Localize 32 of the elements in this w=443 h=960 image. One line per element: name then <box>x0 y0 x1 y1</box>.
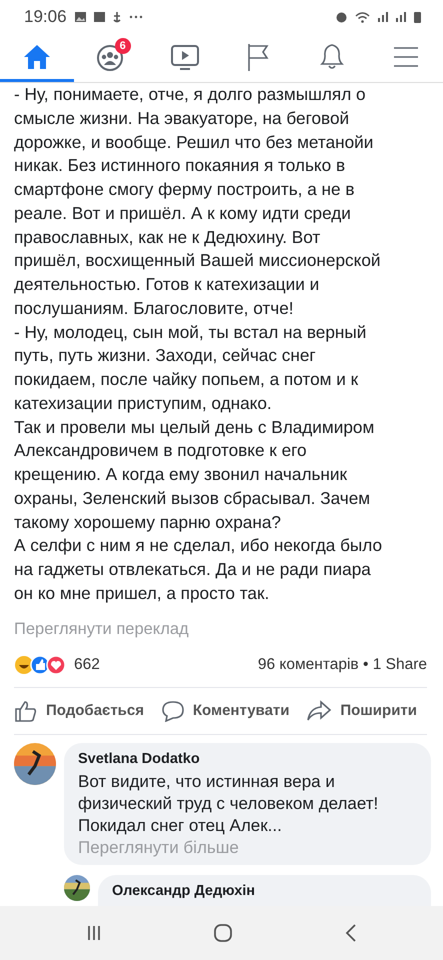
status-time: 19:06 <box>24 7 67 27</box>
notification-count: 6 <box>114 38 131 54</box>
share-button[interactable]: Поширити <box>306 700 417 722</box>
back-icon[interactable] <box>344 924 358 942</box>
flag-icon <box>246 42 270 72</box>
more-icon <box>128 15 143 19</box>
signal-icon <box>378 12 388 22</box>
comment-text: Вот видите, что истинная вера и физический труд с человеком делает! Покидал снег отец Алек... <box>78 770 380 836</box>
app-icon <box>94 12 105 22</box>
video-icon <box>170 42 200 70</box>
battery-icon <box>414 12 421 22</box>
share-arrow-icon <box>306 700 332 722</box>
bell-icon <box>320 42 344 70</box>
comment-share-count[interactable]: 96 коментарів • 1 Share <box>258 656 427 674</box>
anchor-icon <box>112 11 121 23</box>
wifi-icon <box>355 12 370 22</box>
like-button[interactable]: Подобається <box>14 700 144 722</box>
groups-tab[interactable]: 6 <box>74 34 148 82</box>
alarm-icon <box>336 12 347 22</box>
post-text: - Ну, понимаете, отче, я долго размышлял о смысле жизни. На эвакуаторе, на беговой дорожке, и вообще. Решил что без метанойи никак. Без истинного покаяния я только в смартфоне смогу ферму построить, а не в реале. Вот и пришёл. А к кому идти среди православных, как не к Дедюхину. Вот пришёл, восхищенный Вашей миссионерской деятельностью. Готов к катехизации и послушаниям. Благословите, отче! - Ну, молодец, сын мой, ты встал на верный путь, путь жизни. Заходи, сейчас снег покидаем, после чайку попьем, а потом и к катехизации приступим, однако. Так и провели мы целый день с Владимиром Александровичем в подготовке к его крещению. А когда ему звонил начальник охраны, Зеленский вызов сбрасывал. Зачем такому хорошему парню охрана? А селфи с ним я не сделал, ибо некогда было на гаджеты отвлекаться. Да и не ради пиара он ко мне пришел, а просто так. <box>14 83 384 605</box>
thumbs-up-icon <box>14 700 38 722</box>
recent-apps-icon[interactable] <box>86 925 102 941</box>
comment-author[interactable]: Svetlana Dodatko <box>78 750 419 766</box>
comment-button[interactable]: Коментувати <box>160 700 290 722</box>
reaction-count: 662 <box>74 656 100 674</box>
comment-author[interactable]: Олександр Дедюхін <box>112 882 419 898</box>
home-icon[interactable] <box>212 923 232 943</box>
menu-icon <box>393 46 420 68</box>
signal-icon <box>396 12 406 22</box>
house-icon <box>22 44 51 70</box>
image-icon <box>74 12 86 22</box>
speech-bubble-icon <box>160 700 185 722</box>
